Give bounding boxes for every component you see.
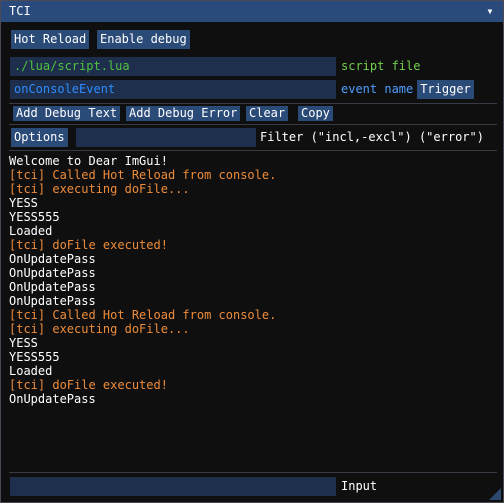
copy-button[interactable]: Copy [298, 106, 333, 121]
trigger-button[interactable]: Trigger [417, 80, 474, 99]
log-line: [tci] doFile executed! [9, 238, 168, 252]
clear-button[interactable]: Clear [246, 106, 289, 121]
filter-input[interactable] [76, 128, 256, 147]
log-line: OnUpdatePass [9, 252, 96, 266]
log-line: YESS555 [9, 210, 60, 224]
resize-grip-icon[interactable] [489, 488, 501, 500]
log-line: OnUpdatePass [9, 294, 96, 308]
separator [9, 124, 497, 125]
input-label: Input [341, 479, 378, 493]
window-titlebar[interactable]: TCI ▾ [1, 1, 503, 22]
hot-reload-button[interactable]: Hot Reload [11, 30, 90, 49]
console-input[interactable] [10, 477, 336, 496]
log-line: [tci] Called Hot Reload from console. [9, 308, 277, 322]
log-line: [tci] Called Hot Reload from console. [9, 168, 277, 182]
script-file-input[interactable]: ./lua/script.lua [10, 57, 336, 76]
log-line: YESS [9, 336, 38, 350]
filter-label: Filter ("incl,-excl") ("error") [260, 130, 484, 144]
log-line: YESS [9, 196, 38, 210]
event-name-input[interactable]: onConsoleEvent [10, 80, 336, 99]
collapse-arrow-icon[interactable]: ▾ [483, 4, 497, 18]
tci-window: TCI ▾ Hot Reload Enable debug ./lua/scri… [0, 0, 504, 503]
separator [9, 150, 497, 151]
log-line: YESS555 [9, 350, 60, 364]
options-button[interactable]: Options [11, 128, 68, 147]
add-debug-text-button[interactable]: Add Debug Text [13, 106, 121, 121]
separator [9, 103, 497, 104]
log-line: [tci] executing doFile... [9, 182, 190, 196]
window-title: TCI [9, 4, 31, 18]
script-file-label: script file [341, 59, 421, 73]
log-line: [tci] executing doFile... [9, 322, 190, 336]
separator [9, 472, 497, 473]
log-line: OnUpdatePass [9, 280, 96, 294]
log-line: [tci] doFile executed! [9, 378, 168, 392]
console-log[interactable]: Welcome to Dear ImGui! [tci] Called Hot R… [9, 154, 497, 469]
log-line: Welcome to Dear ImGui! [9, 154, 168, 168]
event-name-label: event name [341, 82, 414, 96]
add-debug-error-button[interactable]: Add Debug Error [126, 106, 241, 121]
log-line: OnUpdatePass [9, 392, 96, 406]
enable-debug-button[interactable]: Enable debug [97, 30, 190, 49]
log-line: Loaded [9, 364, 53, 378]
log-line: Loaded [9, 224, 53, 238]
log-line: OnUpdatePass [9, 266, 96, 280]
